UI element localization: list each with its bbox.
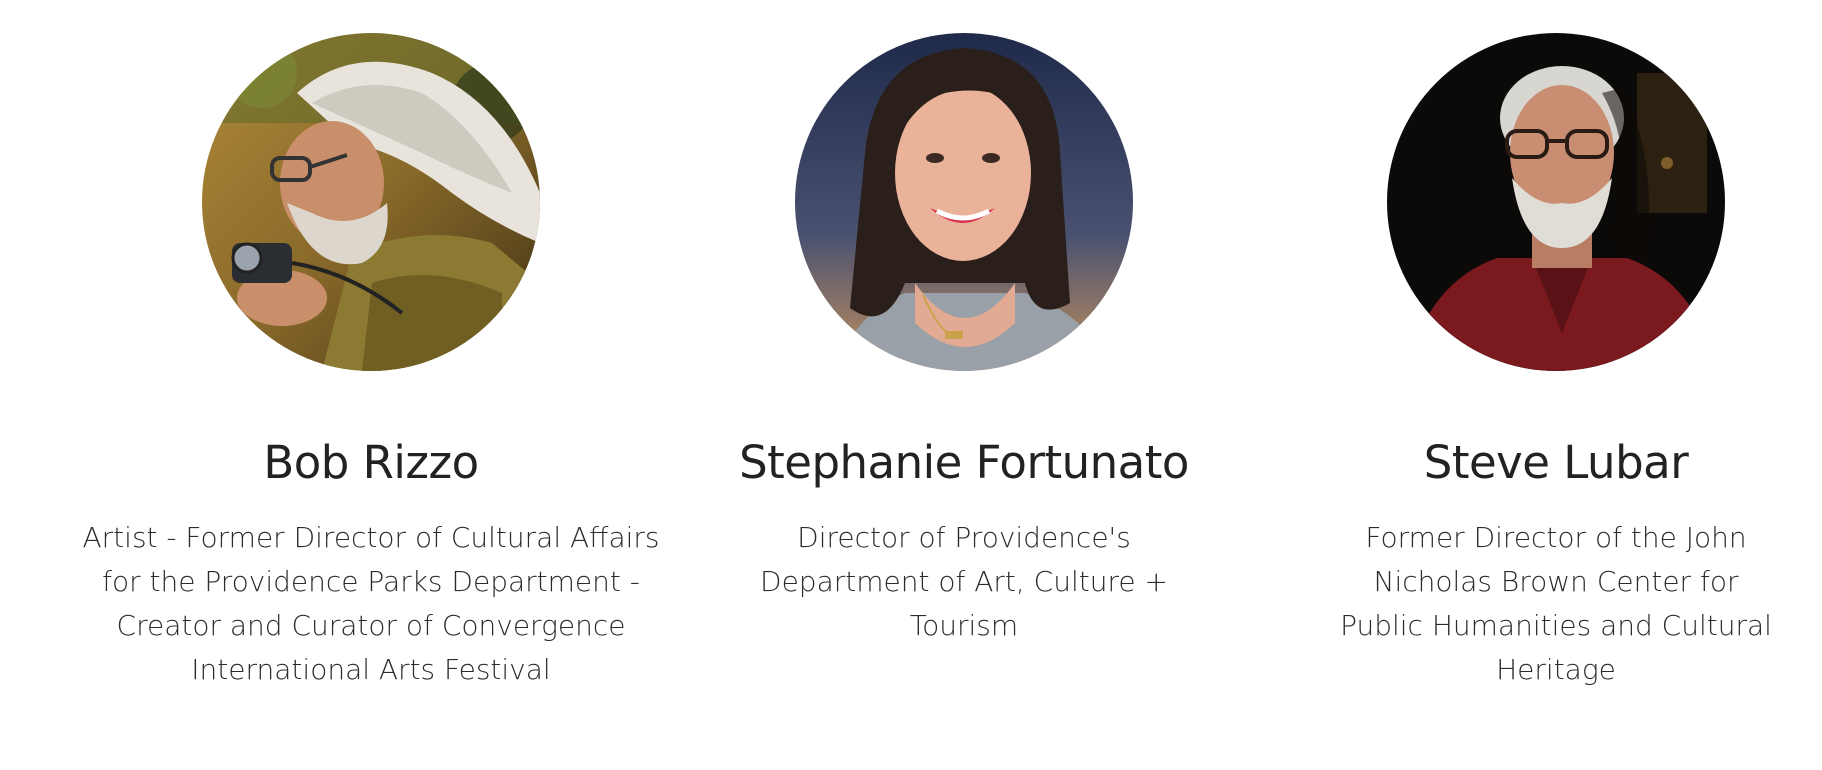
avatar <box>202 33 540 371</box>
member-name: Bob Rizzo <box>263 436 479 489</box>
team-grid: Bob Rizzo Artist - Former Director of Cu… <box>0 0 1822 770</box>
member-role-line: for the Providence Parks Department - <box>102 565 640 598</box>
member-role: Former Director of the John Nicholas Bro… <box>1256 516 1822 692</box>
member-role-line: Tourism <box>909 609 1019 642</box>
member-role-line: International Arts Festival <box>191 653 551 686</box>
member-name: Steve Lubar <box>1423 436 1689 489</box>
member-role-line: Department of Art, Culture + <box>760 565 1168 598</box>
member-role-line: Former Director of the John <box>1365 521 1747 554</box>
avatar <box>1387 33 1725 371</box>
portrait-photo-icon <box>202 33 540 371</box>
member-role-line: Nicholas Brown Center for <box>1373 565 1739 598</box>
avatar <box>795 33 1133 371</box>
member-role-line: Heritage <box>1496 653 1616 686</box>
member-name: Stephanie Fortunato <box>739 436 1189 489</box>
member-role-line: Director of Providence's <box>797 521 1131 554</box>
member-role-line: Public Humanities and Cultural <box>1340 609 1772 642</box>
member-role-line: Artist - Former Director of Cultural Aff… <box>82 521 660 554</box>
member-role: Artist - Former Director of Cultural Aff… <box>71 516 671 692</box>
member-role: Director of Providence's Department of A… <box>664 516 1264 648</box>
portrait-photo-icon <box>795 33 1133 371</box>
portrait-photo-icon <box>1387 33 1725 371</box>
member-role-line: Creator and Curator of Convergence <box>116 609 626 642</box>
team-member-card: Bob Rizzo Artist - Former Director of Cu… <box>71 0 671 770</box>
team-member-card: Stephanie Fortunato Director of Providen… <box>664 0 1264 770</box>
team-member-card: Steve Lubar Former Director of the John … <box>1256 0 1822 770</box>
